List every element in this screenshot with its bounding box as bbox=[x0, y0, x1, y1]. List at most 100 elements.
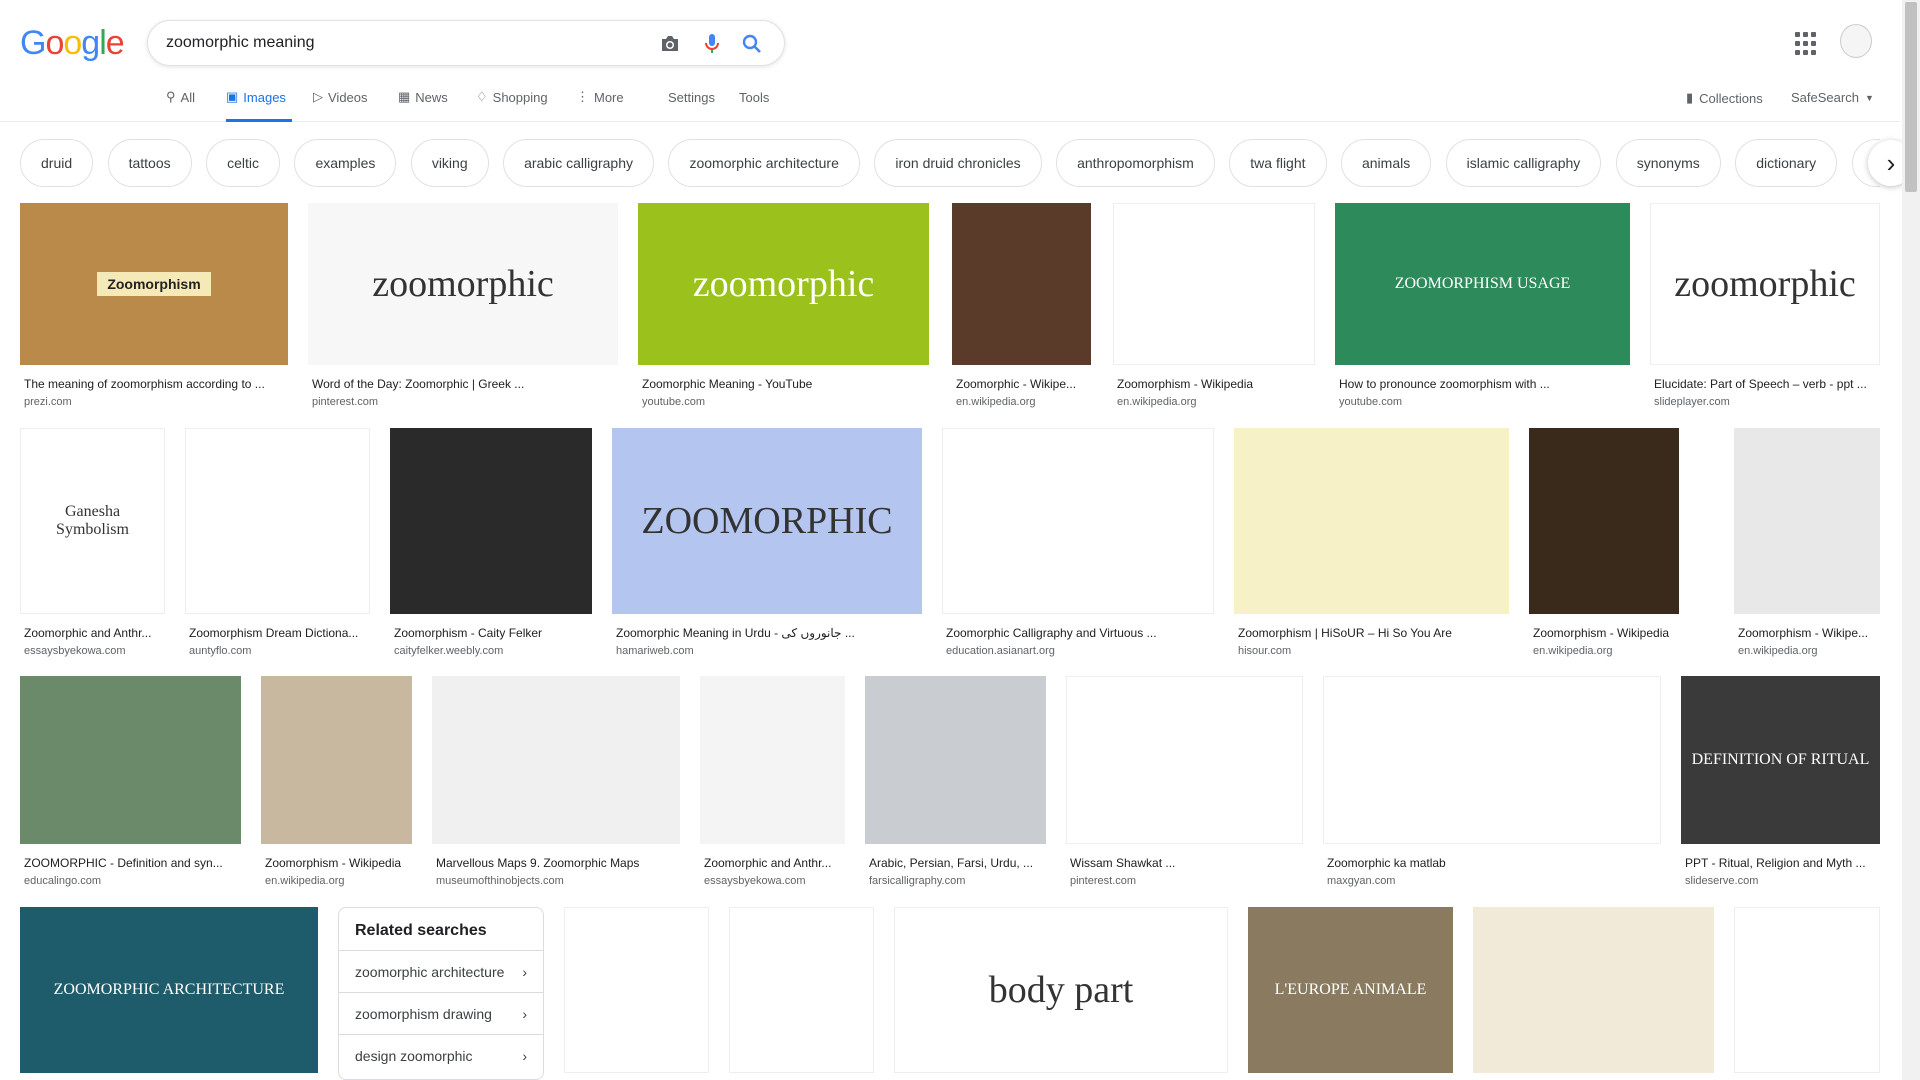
result-thumbnail[interactable] bbox=[700, 676, 845, 844]
chip[interactable]: tattoos bbox=[107, 139, 192, 187]
result-title[interactable]: Zoomorphic and Anthr... bbox=[24, 626, 161, 640]
tab-videos[interactable]: ▷ Videos bbox=[313, 90, 368, 122]
result-thumbnail[interactable] bbox=[390, 428, 592, 614]
result-thumbnail[interactable]: Ganesha Symbolism bbox=[20, 428, 165, 614]
result-thumbnail[interactable] bbox=[1529, 428, 1679, 614]
image-result[interactable]: Wissam Shawkat ... pinterest.com bbox=[1066, 676, 1303, 888]
chip[interactable]: anthropomorphism bbox=[1056, 139, 1215, 187]
chip[interactable]: iron druid chronicles bbox=[874, 139, 1042, 187]
result-title[interactable]: Word of the Day: Zoomorphic | Greek ... bbox=[312, 377, 614, 391]
result-thumbnail[interactable] bbox=[1473, 907, 1714, 1073]
tab-news[interactable]: ▦ News bbox=[398, 90, 448, 122]
related-search-item[interactable]: zoomorphic architecture › bbox=[339, 950, 543, 992]
result-thumbnail[interactable]: ZOOMORPHIC ARCHITECTURE bbox=[20, 907, 318, 1073]
tab-shopping[interactable]: ♢ Shopping bbox=[476, 90, 548, 122]
result-thumbnail[interactable]: zoomorphic bbox=[1650, 203, 1880, 365]
search-icon[interactable] bbox=[740, 32, 764, 56]
chip[interactable]: celtic bbox=[206, 139, 280, 187]
image-result[interactable]: ZOOMORPHISM USAGE How to pronounce zoomor… bbox=[1335, 203, 1630, 408]
result-thumbnail[interactable] bbox=[729, 907, 874, 1073]
image-result[interactable]: body part bbox=[894, 907, 1228, 1073]
result-title[interactable]: ZOOMORPHIC - Definition and syn... bbox=[24, 856, 237, 870]
result-thumbnail[interactable] bbox=[20, 676, 241, 844]
result-thumbnail[interactable] bbox=[942, 428, 1214, 614]
image-result[interactable]: ZOOMORPHIC - Definition and syn... educal… bbox=[20, 676, 241, 888]
image-result[interactable]: zoomorphic Elucidate: Part of Speech – ve… bbox=[1650, 203, 1880, 408]
result-thumbnail[interactable]: zoomorphic bbox=[308, 203, 618, 365]
image-result[interactable]: Zoomorphism Dream Dictiona... auntyflo.co… bbox=[185, 428, 370, 657]
related-search-item[interactable]: design zoomorphic › bbox=[339, 1034, 543, 1076]
image-result[interactable]: Zoomorphism - Wikipe... en.wikipedia.org bbox=[1734, 428, 1880, 657]
image-result[interactable] bbox=[729, 907, 874, 1073]
result-thumbnail[interactable]: zoomorphic bbox=[638, 203, 929, 365]
result-thumbnail[interactable] bbox=[952, 203, 1091, 365]
result-title[interactable]: Zoomorphism - Caity Felker bbox=[394, 626, 588, 640]
image-result[interactable]: Zoomorphism | HiSoUR – Hi So You Are hiso… bbox=[1234, 428, 1509, 657]
tab-images[interactable]: ▣ Images bbox=[226, 90, 292, 122]
result-title[interactable]: The meaning of zoomorphism according to … bbox=[24, 377, 284, 391]
result-thumbnail[interactable]: ZOOMORPHIC bbox=[612, 428, 922, 614]
chip[interactable]: examples bbox=[294, 139, 397, 187]
image-result[interactable]: Arabic, Persian, Farsi, Urdu, ... farsica… bbox=[865, 676, 1046, 888]
image-result[interactable]: Zoomorphism The meaning of zoomorphism ac… bbox=[20, 203, 288, 408]
apps-grid-icon[interactable] bbox=[1795, 32, 1819, 56]
image-result[interactable] bbox=[1734, 907, 1880, 1073]
result-title[interactable]: Wissam Shawkat ... bbox=[1070, 856, 1299, 870]
image-result[interactable]: Zoomorphism - Caity Felker caityfelker.we… bbox=[390, 428, 592, 657]
result-thumbnail[interactable]: Zoomorphism bbox=[20, 203, 288, 365]
image-result[interactable]: DEFINITION OF RITUAL PPT - Ritual, Religi… bbox=[1681, 676, 1880, 888]
settings-link[interactable]: Settings bbox=[668, 90, 715, 122]
collections-link[interactable]: ▮ Collections bbox=[1686, 90, 1763, 106]
image-result[interactable]: zoomorphic Zoomorphic Meaning - YouTube yo… bbox=[638, 203, 929, 408]
safesearch-dropdown[interactable]: SafeSearch ▼ bbox=[1791, 90, 1874, 105]
result-thumbnail[interactable] bbox=[1323, 676, 1661, 844]
result-thumbnail[interactable] bbox=[1734, 907, 1880, 1073]
image-result[interactable]: Zoomorphism - Wikipedia en.wikipedia.org bbox=[1113, 203, 1315, 408]
image-result[interactable]: zoomorphic Word of the Day: Zoomorphic | … bbox=[308, 203, 618, 408]
chip[interactable]: zoomorphic architecture bbox=[668, 139, 860, 187]
result-title[interactable]: PPT - Ritual, Religion and Myth ... bbox=[1685, 856, 1876, 870]
result-thumbnail[interactable]: L'EUROPE ANIMALE bbox=[1248, 907, 1453, 1073]
result-thumbnail[interactable] bbox=[1066, 676, 1303, 844]
result-title[interactable]: Zoomorphic and Anthr... bbox=[704, 856, 841, 870]
google-logo[interactable]: Google bbox=[20, 24, 125, 63]
image-result[interactable]: Zoomorphic - Wikipe... en.wikipedia.org bbox=[952, 203, 1091, 408]
result-thumbnail[interactable]: DEFINITION OF RITUAL bbox=[1681, 676, 1880, 844]
result-title[interactable]: Zoomorphic ka matlab bbox=[1327, 856, 1657, 870]
result-title[interactable]: Zoomorphic - Wikipe... bbox=[956, 377, 1087, 391]
chip[interactable]: animals bbox=[1340, 139, 1432, 187]
result-thumbnail[interactable] bbox=[185, 428, 370, 614]
result-thumbnail[interactable] bbox=[1113, 203, 1315, 365]
image-result[interactable]: Ganesha Symbolism Zoomorphic and Anthr...… bbox=[20, 428, 165, 657]
result-title[interactable]: Zoomorphism | HiSoUR – Hi So You Are bbox=[1238, 626, 1505, 640]
result-title[interactable]: Elucidate: Part of Speech – verb - ppt .… bbox=[1654, 377, 1876, 391]
tools-link[interactable]: Tools bbox=[739, 90, 769, 122]
chip[interactable]: islamic calligraphy bbox=[1445, 139, 1602, 187]
result-title[interactable]: Zoomorphism - Wikipedia bbox=[1117, 377, 1311, 391]
chip[interactable]: twa flight bbox=[1229, 139, 1327, 187]
tab-all[interactable]: ⚲ All bbox=[166, 90, 195, 122]
image-result[interactable]: Zoomorphic ka matlab maxgyan.com bbox=[1323, 676, 1661, 888]
tab-more[interactable]: ⋮ More bbox=[576, 90, 624, 122]
image-result[interactable] bbox=[564, 907, 709, 1073]
mic-icon[interactable] bbox=[700, 32, 724, 56]
camera-icon[interactable] bbox=[658, 32, 682, 56]
result-thumbnail[interactable]: body part bbox=[894, 907, 1228, 1073]
result-title[interactable]: Arabic, Persian, Farsi, Urdu, ... bbox=[869, 856, 1042, 870]
result-title[interactable]: Zoomorphic Meaning - YouTube bbox=[642, 377, 925, 391]
page-scrollbar[interactable] bbox=[1902, 0, 1920, 1080]
chip[interactable]: druid bbox=[20, 139, 94, 187]
result-title[interactable]: How to pronounce zoomorphism with ... bbox=[1339, 377, 1626, 391]
result-thumbnail[interactable] bbox=[1734, 428, 1880, 614]
result-title[interactable]: Zoomorphic Calligraphy and Virtuous ... bbox=[946, 626, 1210, 640]
image-result[interactable]: L'EUROPE ANIMALE bbox=[1248, 907, 1453, 1073]
result-title[interactable]: Zoomorphism - Wikipedia bbox=[1533, 626, 1675, 640]
result-title[interactable]: Zoomorphic Meaning in Urdu - جانوروں کی … bbox=[616, 626, 918, 640]
result-thumbnail[interactable] bbox=[865, 676, 1046, 844]
image-result[interactable]: Zoomorphic Calligraphy and Virtuous ... e… bbox=[942, 428, 1214, 657]
image-result[interactable]: Zoomorphism - Wikipedia en.wikipedia.org bbox=[261, 676, 412, 888]
image-result[interactable]: ZOOMORPHIC ARCHITECTURE bbox=[20, 907, 318, 1073]
result-thumbnail[interactable] bbox=[1234, 428, 1509, 614]
result-thumbnail[interactable]: ZOOMORPHISM USAGE bbox=[1335, 203, 1630, 365]
result-title[interactable]: Zoomorphism - Wikipedia bbox=[265, 856, 408, 870]
